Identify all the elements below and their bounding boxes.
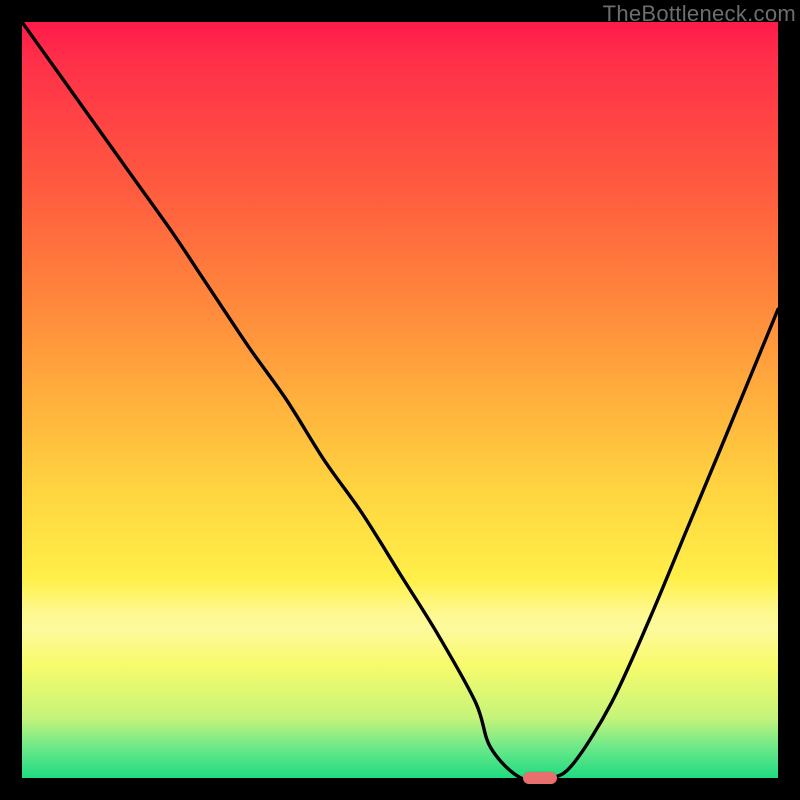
bottleneck-chart: TheBottleneck.com xyxy=(0,0,800,800)
plot-area xyxy=(22,22,778,778)
optimal-marker xyxy=(523,772,557,784)
curve-layer xyxy=(22,22,778,778)
bottleneck-curve xyxy=(22,22,778,781)
